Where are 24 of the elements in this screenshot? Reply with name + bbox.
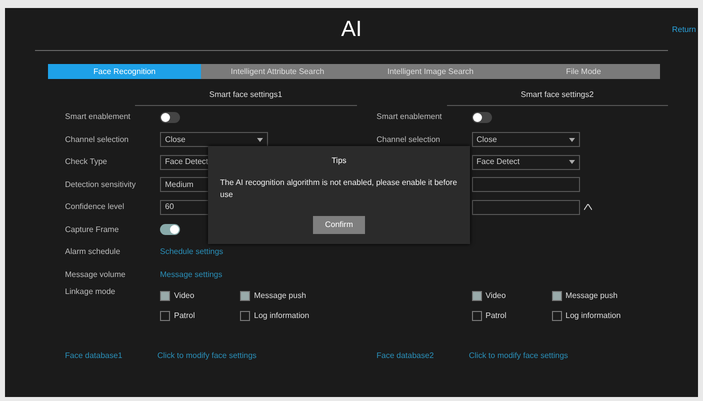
section-heading: Smart face settings1 [135, 83, 356, 106]
checkbox-label: Video [486, 290, 506, 302]
dialog-message: The AI recognition algorithm is not enabled, please enable it before use [220, 177, 458, 201]
field-label: Message volume [65, 268, 126, 281]
field-label: Channel selection [65, 134, 130, 146]
field-label: Linkage mode [65, 286, 116, 298]
section-heading: Smart face settings2 [446, 83, 668, 106]
field-label: Detection sensitivity [65, 178, 137, 191]
field-label: Check Type [65, 156, 108, 168]
field-label: Capture Frame [65, 224, 120, 236]
field-label: Smart enablement [376, 111, 443, 124]
field-label: Alarm schedule [65, 246, 122, 258]
checkbox-label: Log information [566, 310, 621, 322]
window-title: AI [341, 16, 362, 42]
checkbox-label: Log information [254, 310, 310, 322]
checkbox-label: Patrol [486, 310, 506, 322]
checkbox-label: Message push [566, 290, 618, 302]
field-label: Smart enablement [65, 111, 132, 124]
checkbox-label: Video [174, 290, 194, 302]
dialog-title: Tips [332, 155, 346, 167]
checkbox-label: Message push [254, 290, 306, 302]
checkbox-label: Patrol [174, 310, 195, 322]
field-label: Channel selection [376, 134, 442, 146]
field-label: Confidence level [65, 201, 126, 214]
